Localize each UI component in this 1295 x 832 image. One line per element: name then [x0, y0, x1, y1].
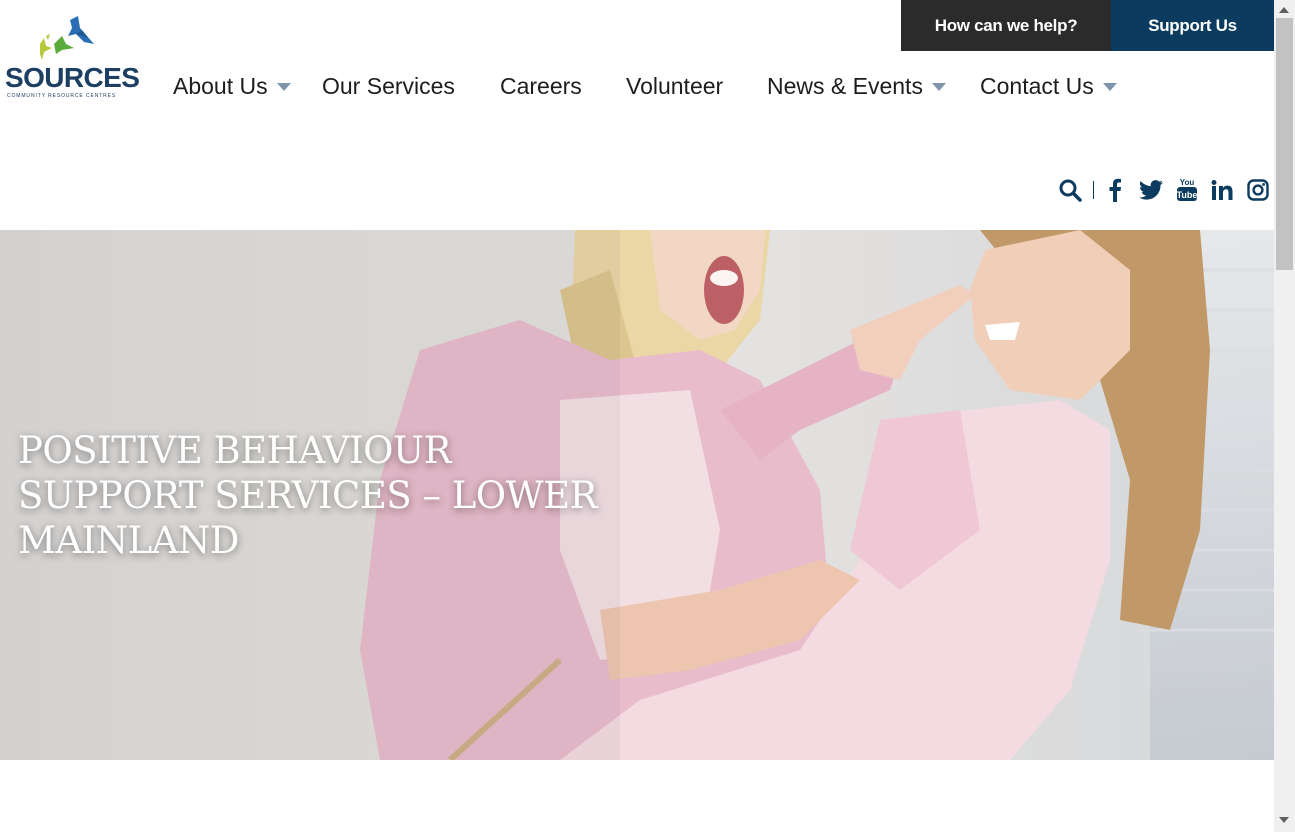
nav-label: Contact Us: [980, 72, 1094, 99]
chevron-down-icon[interactable]: [276, 83, 291, 91]
twitter-icon[interactable]: [1138, 176, 1164, 204]
divider: [1093, 181, 1094, 199]
chevron-down-icon[interactable]: [931, 83, 946, 91]
linkedin-icon[interactable]: [1210, 176, 1234, 204]
birds-logo-icon: [40, 16, 94, 60]
sources-logo[interactable]: SOURCES COMMUNITY RESOURCE CENTRES: [4, 14, 140, 102]
nav-label: About Us: [173, 72, 268, 99]
hero-title-line: SUPPORT SERVICES – LOWER: [18, 474, 598, 517]
nav-label: Volunteer: [626, 72, 724, 99]
page: How can we help? Support Us SOURCES COMM…: [0, 0, 1274, 832]
scroll-up-icon[interactable]: [1279, 7, 1289, 13]
chevron-down-icon[interactable]: [1102, 83, 1117, 91]
search-icon[interactable]: [1058, 176, 1082, 204]
nav-news-events[interactable]: News & Events: [767, 70, 946, 102]
nav-our-services[interactable]: Our Services: [322, 70, 455, 102]
logo-wordmark: SOURCES: [5, 62, 140, 93]
scroll-down-icon[interactable]: [1279, 817, 1289, 823]
nav-volunteer[interactable]: Volunteer: [626, 70, 723, 102]
support-us-button[interactable]: Support Us: [1111, 0, 1274, 51]
logo-tagline: COMMUNITY RESOURCE CENTRES: [7, 93, 117, 99]
nav-contact-us[interactable]: Contact Us: [980, 70, 1117, 102]
hero-title-line: MAINLAND: [18, 519, 239, 562]
nav-label: Careers: [500, 72, 582, 99]
instagram-icon[interactable]: [1246, 176, 1270, 204]
youtube-icon[interactable]: You Tube: [1174, 176, 1200, 204]
nav-about-us[interactable]: About Us: [173, 70, 291, 102]
facebook-icon[interactable]: [1104, 176, 1126, 204]
hero-title: POSITIVE BEHAVIOUR SUPPORT SERVICES – LO…: [18, 428, 618, 563]
nav-label: News & Events: [767, 72, 923, 99]
nav-careers[interactable]: Careers: [500, 70, 582, 102]
nav-label: Our Services: [322, 72, 455, 99]
scrollbar-thumb[interactable]: [1276, 18, 1293, 270]
svg-text:Tube: Tube: [1177, 190, 1198, 200]
how-can-we-help-button[interactable]: How can we help?: [901, 0, 1111, 51]
hero-title-line: POSITIVE BEHAVIOUR: [18, 429, 452, 472]
svg-text:You: You: [1180, 178, 1195, 187]
